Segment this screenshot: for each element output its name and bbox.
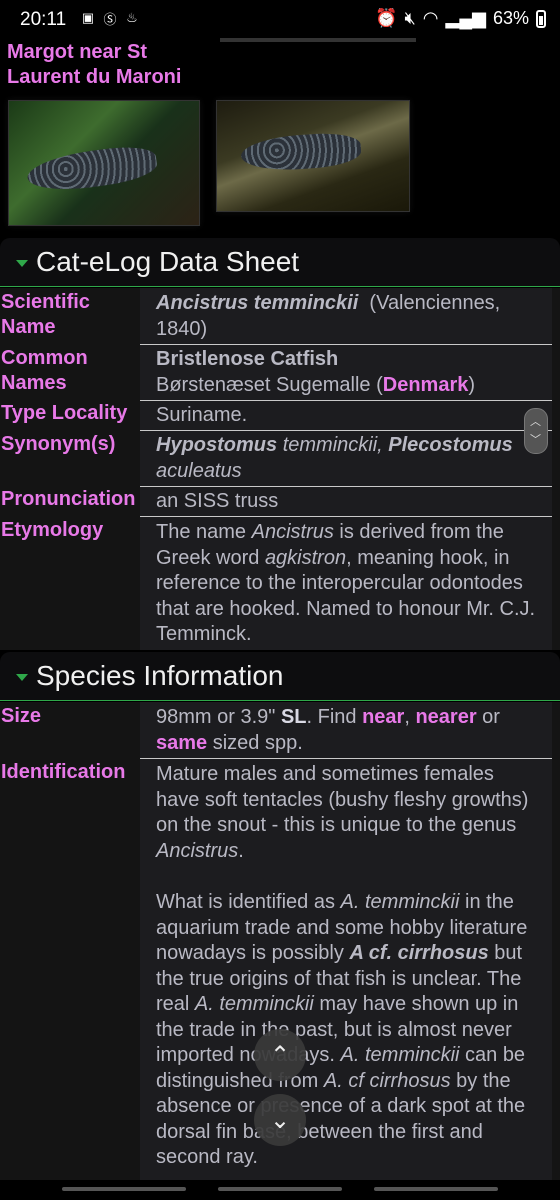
value-identification: Mature males and sometimes females have … xyxy=(140,758,552,1180)
identification-species-3: A. temminckii xyxy=(340,1044,460,1066)
label-identification: Identification xyxy=(1,761,126,783)
synonym-species-2: aculeatus xyxy=(156,459,242,482)
datasheet-header[interactable]: Cat-eLog Data Sheet xyxy=(0,238,560,287)
link-same[interactable]: same xyxy=(156,732,207,754)
photo-caption[interactable]: Margot near St Laurent du Maroni xyxy=(7,40,207,90)
label-size: Size xyxy=(1,705,42,727)
scroll-handle[interactable]: ︿ ﹀ xyxy=(524,408,548,454)
country-link-denmark[interactable]: Denmark xyxy=(383,374,469,396)
value-etymology: The name Ancistrus is derived from the G… xyxy=(140,516,552,650)
divider xyxy=(220,38,416,42)
identification-text-2: What is identified as xyxy=(156,891,341,913)
label-etymology: Etymology xyxy=(1,519,104,541)
nav-back-button[interactable] xyxy=(374,1187,498,1191)
fish-photo-2[interactable] xyxy=(216,100,410,212)
etymology-genus: Ancistrus xyxy=(251,521,334,543)
value-scientific-name: Ancistrus temminckii (Valenciennes, 1840… xyxy=(140,288,552,344)
synonym-genus-1: Hypostomus xyxy=(156,434,278,456)
mute-icon: 🔇︎ xyxy=(404,8,416,28)
datasheet-table: Scientific Name Ancistrus temminckii (Va… xyxy=(0,288,560,650)
gallery-icon: ▣ xyxy=(81,10,95,25)
size-or: or xyxy=(476,706,500,728)
label-pronunciation: Pronunciation xyxy=(1,488,136,510)
collapse-triangle-icon[interactable] xyxy=(16,260,28,267)
label-type-locality: Type Locality xyxy=(1,402,128,424)
identification-species-4: A. cf cirrhosus xyxy=(323,1069,451,1092)
link-nearer[interactable]: nearer xyxy=(415,706,476,728)
app-s-icon: Ⓢ xyxy=(103,11,117,27)
size-text: 98mm or 3.9" xyxy=(156,706,276,728)
label-scientific-name: Scientific Name xyxy=(1,291,90,338)
synonym-species-1: temminckii, xyxy=(282,434,383,456)
battery-percent: 63% xyxy=(492,8,529,28)
fish-photo-1[interactable] xyxy=(8,100,200,226)
datasheet-title: Cat-eLog Data Sheet xyxy=(36,246,300,277)
species-info-title: Species Information xyxy=(36,660,284,691)
identification-text-1: Mature males and sometimes females have … xyxy=(156,763,529,836)
value-pronunciation: an SISS truss xyxy=(140,486,552,516)
identification-species-1: A. temminckii xyxy=(340,891,460,913)
battery-icon xyxy=(536,9,546,28)
scroll-to-top-button[interactable]: ⌃ xyxy=(254,1029,306,1081)
wifi-icon: ◠ xyxy=(422,8,439,28)
value-size: 98mm or 3.9" SL. Find near, nearer or sa… xyxy=(140,702,552,758)
size-tail: sized spp. xyxy=(207,731,303,754)
link-near[interactable]: near xyxy=(362,706,404,728)
alarm-icon: ⏰ xyxy=(375,8,398,28)
system-nav-bar xyxy=(0,1180,560,1200)
size-sl: SL xyxy=(280,706,307,728)
collapse-triangle-icon[interactable] xyxy=(16,674,28,681)
common-name-other: Børstenæset Sugemalle xyxy=(156,373,371,396)
status-time: 20:11 xyxy=(20,9,67,30)
notification-icon: ♨ xyxy=(126,10,138,25)
signal-icon: ▂▄▆ xyxy=(445,8,486,28)
chevron-down-icon: ⌄ xyxy=(269,1106,291,1134)
label-synonyms: Synonym(s) xyxy=(1,433,116,455)
identification-species-2: A. temminckii xyxy=(194,993,314,1015)
chevron-up-double-icon: ⌃ xyxy=(269,1041,291,1069)
nav-home-button[interactable] xyxy=(218,1187,342,1191)
value-type-locality: Suriname. xyxy=(140,400,552,430)
etymology-text-1: The name xyxy=(156,521,252,543)
identification-text-1-end: . xyxy=(238,839,244,862)
link-cirrhosus[interactable]: A cf. cirrhosus xyxy=(349,942,488,964)
value-synonyms: Hypostomus temminckii, Plecostomus acule… xyxy=(140,430,552,486)
label-common-names: Common Names xyxy=(1,347,88,394)
common-name-primary: Bristlenose Catfish xyxy=(156,348,339,370)
chevron-up-icon: ︿ xyxy=(530,416,541,428)
chevron-down-icon: ﹀ xyxy=(530,434,541,446)
scroll-down-button[interactable]: ⌄ xyxy=(254,1094,306,1146)
value-common-names: Bristlenose Catfish Børstenæset Sugemall… xyxy=(140,344,552,400)
size-find: . Find xyxy=(306,706,363,728)
photo-gallery-area: Margot near St Laurent du Maroni xyxy=(0,38,560,238)
species-info-header[interactable]: Species Information xyxy=(0,652,560,701)
scientific-name-link[interactable]: Ancistrus temminckii xyxy=(156,292,358,314)
synonym-genus-2: Plecostomus xyxy=(388,434,513,456)
status-bar: 20:11 ▣ Ⓢ ♨ ⏰ 🔇︎ ◠ ▂▄▆ 63% xyxy=(0,0,560,38)
etymology-word: agkistron xyxy=(264,546,347,569)
identification-genus: Ancistrus xyxy=(156,839,239,862)
nav-recents-button[interactable] xyxy=(62,1187,186,1191)
